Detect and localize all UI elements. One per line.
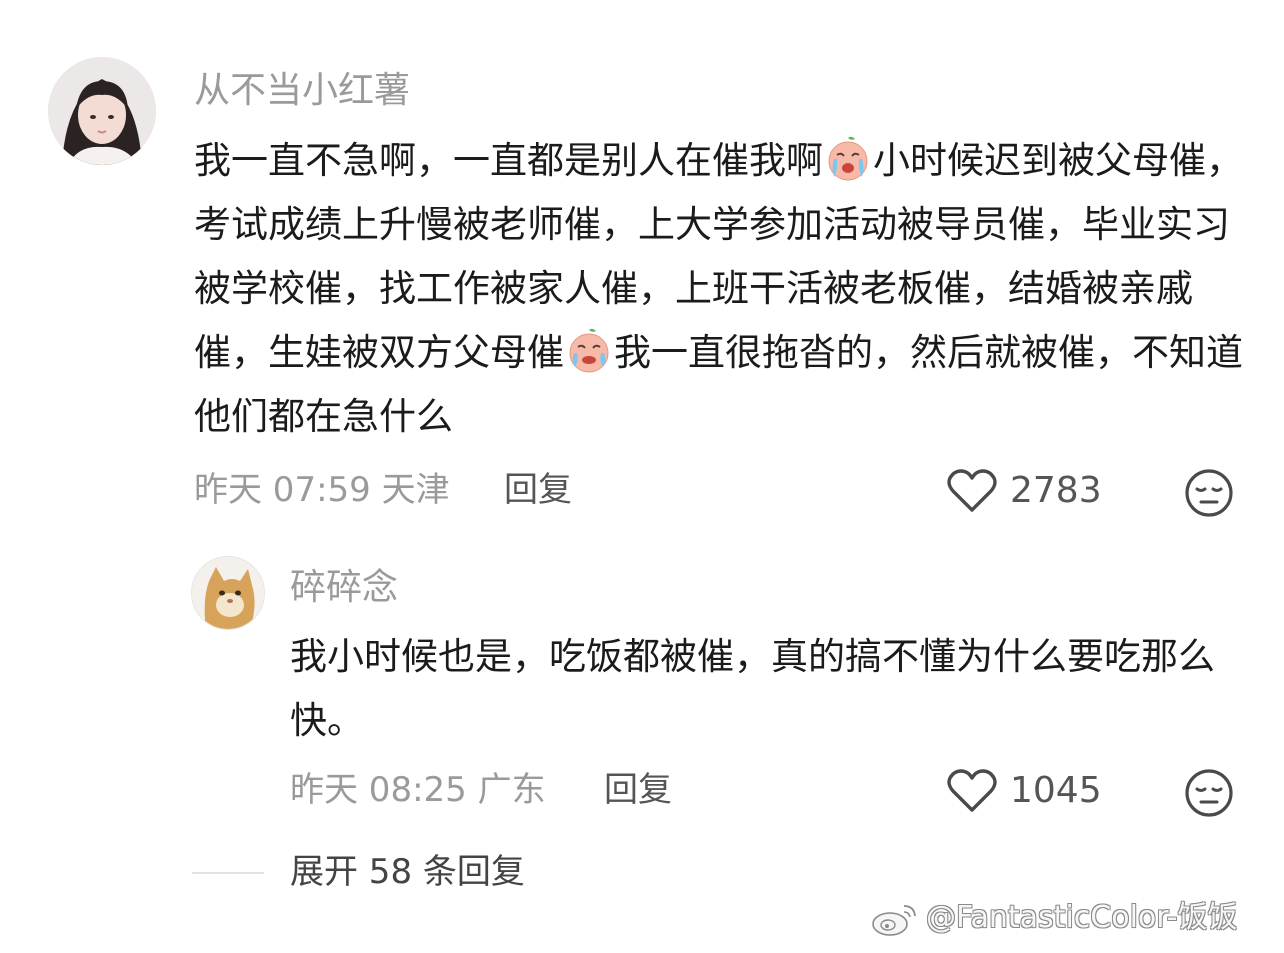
watermark: @FantasticColor-饭饭 (870, 898, 1238, 938)
weibo-logo-icon (872, 905, 916, 936)
comment-username[interactable]: 从不当小红薯 (194, 69, 410, 113)
expand-replies-button[interactable]: 展开 58 条回复 (290, 850, 525, 894)
crying-face-emoji-icon (828, 136, 868, 181)
reply-username[interactable]: 碎碎念 (290, 566, 398, 610)
like-button[interactable]: 2783 (946, 468, 1102, 514)
avatar[interactable] (191, 556, 265, 630)
reply-time-location: 昨天 08:25 广东 (290, 770, 546, 810)
comment-text-part1: 我一直不急啊，一直都是别人在催我啊 (194, 139, 823, 182)
meh-face-icon[interactable] (1184, 768, 1234, 818)
heart-outline-icon (947, 769, 997, 812)
like-button[interactable]: 1045 (946, 768, 1102, 814)
reply-text: 我小时候也是，吃饭都被催，真的搞不懂为什么要吃那么快。 (290, 635, 1215, 742)
reply-button[interactable]: 回复 (604, 768, 672, 812)
avatar-girl-image (48, 57, 156, 165)
heart-outline-icon (947, 469, 997, 512)
watermark-text: @FantasticColor-饭饭 (926, 900, 1238, 935)
like-count: 1045 (1010, 770, 1102, 811)
avatar-cat-image (192, 557, 264, 629)
like-count: 2783 (1010, 470, 1102, 511)
reply-button[interactable]: 回复 (504, 468, 572, 512)
meh-face-icon[interactable] (1184, 468, 1234, 518)
divider (192, 872, 264, 874)
crying-face-emoji-icon (569, 328, 609, 373)
avatar[interactable] (48, 57, 156, 165)
comment-text: 我一直不急啊，一直都是别人在催我啊 小时候迟到被父母催，考试成绩上升慢被老师催，… (194, 129, 1244, 449)
comment-time-location: 昨天 07:59 天津 (194, 470, 450, 510)
